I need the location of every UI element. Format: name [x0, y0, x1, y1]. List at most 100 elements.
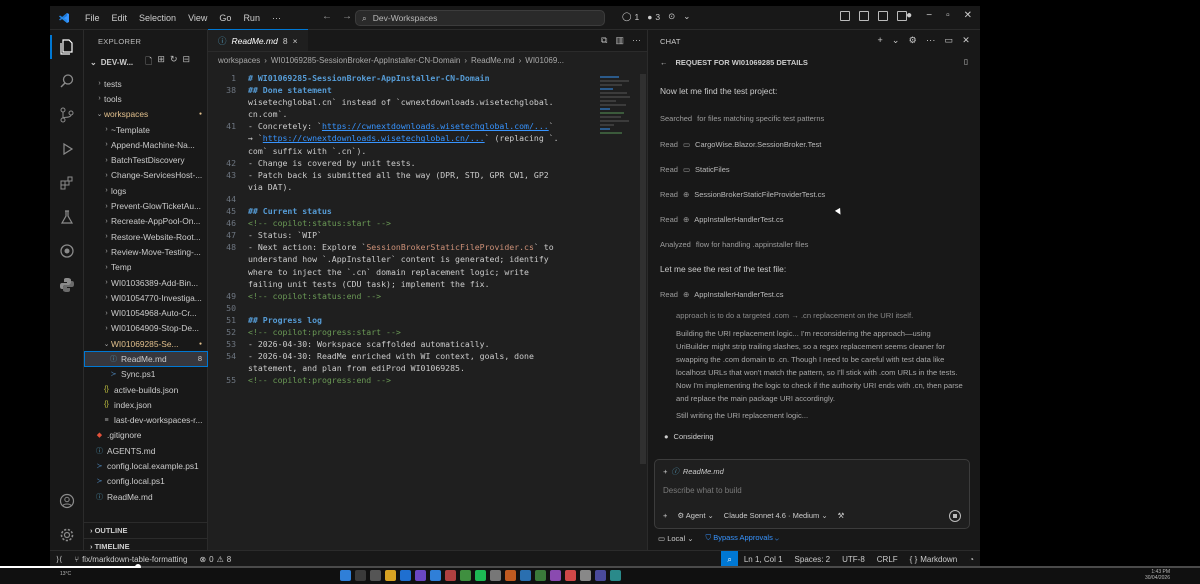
- refresh-icon[interactable]: ↻: [170, 54, 178, 70]
- indentation[interactable]: Spaces: 2: [789, 555, 837, 564]
- tree-file[interactable]: ≻ config.local.example.ps1: [84, 458, 208, 473]
- edge-icon[interactable]: [400, 570, 411, 581]
- task-view-icon[interactable]: [370, 570, 381, 581]
- command-center[interactable]: ⌕ Dev-Workspaces: [355, 10, 605, 26]
- clock[interactable]: 1:43 PM 30/04/2026: [1145, 569, 1170, 581]
- tree-folder[interactable]: › tools: [84, 91, 208, 106]
- back-arrow-icon[interactable]: ←: [660, 58, 668, 67]
- context-attachment[interactable]: + ⓘ ReadMe.md: [663, 466, 724, 477]
- tree-folder[interactable]: › tests: [84, 76, 208, 91]
- tool-step-read[interactable]: Read ⊕ AppInstallerHandlerTest.cs: [660, 290, 783, 299]
- menu-item[interactable]: Edit: [106, 13, 134, 23]
- outlook-icon[interactable]: [520, 570, 531, 581]
- tree-file[interactable]: ≻ config.local.ps1: [84, 474, 208, 489]
- app-icon[interactable]: [595, 570, 606, 581]
- indicator-2[interactable]: ● 3: [647, 12, 660, 22]
- toggle-secondary-sidebar-icon[interactable]: [878, 11, 888, 21]
- tree-folder[interactable]: › ~Template: [84, 122, 208, 137]
- code-link[interactable]: https://cwnextdownloads.wisetechglobal.c…: [322, 120, 549, 132]
- chevron-down-icon[interactable]: ⌄: [683, 11, 690, 22]
- app-icon[interactable]: [535, 570, 546, 581]
- app-icon[interactable]: [505, 570, 516, 581]
- tree-folder[interactable]: › Review-Move-Testing-...: [84, 244, 208, 259]
- maximize-icon[interactable]: ▫: [946, 10, 950, 21]
- tree-file[interactable]: {} active-builds.json: [84, 382, 208, 397]
- new-chat-icon[interactable]: +: [877, 35, 882, 46]
- new-file-icon[interactable]: 🗋: [145, 54, 152, 70]
- vscode-taskbar-icon[interactable]: [430, 570, 441, 581]
- tree-folder[interactable]: › WI01054770-Investiga...: [84, 290, 208, 305]
- run-debug-icon[interactable]: [58, 140, 76, 158]
- forward-arrow-icon[interactable]: →: [342, 11, 352, 22]
- search-icon[interactable]: [58, 72, 76, 90]
- tree-folder[interactable]: › WI01054968-Auto-Cr...: [84, 305, 208, 320]
- more-actions-icon[interactable]: ···: [926, 35, 936, 46]
- tree-file[interactable]: ⓘ ReadMe.md: [84, 489, 208, 504]
- source-control-icon[interactable]: [58, 106, 76, 124]
- code-editor[interactable]: 1 # WI01069285-SessionBroker-AppInstaller…: [208, 72, 598, 386]
- chat-input-box[interactable]: + ⓘ ReadMe.md Describe what to build + ⚙…: [654, 459, 970, 529]
- back-arrow-icon[interactable]: ←: [322, 11, 332, 22]
- close-icon[interactable]: ✕: [964, 10, 972, 21]
- tool-step-read[interactable]: Read ⊕ AppInstallerHandlerTest.cs: [660, 215, 783, 224]
- tree-folder[interactable]: › logs: [84, 183, 208, 198]
- remote-indicator[interactable]: ⟩⟨: [50, 555, 68, 564]
- agent-mode-dropdown[interactable]: ⚙ Agent ⌄: [677, 511, 713, 520]
- tree-file[interactable]: ◆ .gitignore: [84, 428, 208, 443]
- app-icon[interactable]: [460, 570, 471, 581]
- settings-dot-icon[interactable]: ●: [906, 10, 912, 21]
- copilot-icon[interactable]: ⊙: [668, 11, 675, 22]
- tree-file[interactable]: ≡ last-dev-workspaces-r...: [84, 413, 208, 428]
- send-button[interactable]: [949, 510, 961, 522]
- toggle-sidebar-icon[interactable]: [840, 11, 850, 21]
- open-preview-icon[interactable]: ⧉: [601, 35, 607, 46]
- app-icon[interactable]: [565, 570, 576, 581]
- explorer-icon[interactable]: [50, 35, 76, 59]
- minimize-icon[interactable]: −: [926, 10, 932, 21]
- gear-icon[interactable]: [58, 526, 76, 544]
- breadcrumb-item[interactable]: ReadMe.md: [471, 56, 515, 65]
- chevron-down-icon[interactable]: ⌄: [892, 35, 900, 46]
- new-folder-icon[interactable]: ⊞: [157, 54, 165, 70]
- menu-item[interactable]: ···: [266, 13, 287, 23]
- menu-item[interactable]: View: [182, 13, 213, 23]
- testing-icon[interactable]: [58, 208, 76, 226]
- minimap[interactable]: [600, 74, 632, 164]
- tools-icon[interactable]: ⚒: [838, 511, 845, 520]
- gear-icon[interactable]: ⚙: [909, 35, 917, 46]
- sessions-panel-icon[interactable]: ▯: [964, 57, 968, 66]
- file-explorer-icon[interactable]: [385, 570, 396, 581]
- chat-input-placeholder[interactable]: Describe what to build: [663, 486, 742, 495]
- tree-folder[interactable]: ⌄ workspaces ●: [84, 107, 208, 122]
- tree-folder[interactable]: › Change-ServicesHost-...: [84, 168, 208, 183]
- account-icon[interactable]: [58, 492, 76, 510]
- menu-item[interactable]: Go: [213, 13, 237, 23]
- menu-item[interactable]: File: [79, 13, 106, 23]
- tree-folder[interactable]: › BatchTestDiscovery: [84, 152, 208, 167]
- problems-indicator[interactable]: ⊗ 0 ⚠ 8: [193, 555, 237, 564]
- app-icon[interactable]: [580, 570, 591, 581]
- extensions-icon[interactable]: [58, 174, 76, 192]
- tool-step-read[interactable]: Read ▭ StaticFiles: [660, 165, 730, 174]
- cursor-position[interactable]: Ln 1, Col 1: [738, 555, 789, 564]
- app-icon[interactable]: [550, 570, 561, 581]
- tree-folder[interactable]: ⌄ WI01069285-Se... ●: [84, 336, 208, 351]
- tree-folder[interactable]: › Prevent-GlowTicketAu...: [84, 198, 208, 213]
- collapse-all-icon[interactable]: ⊟: [183, 54, 191, 70]
- model-picker[interactable]: Claude Sonnet 4.6 · Medium ⌄: [724, 511, 828, 520]
- tool-step-read[interactable]: Read ▭ CargoWise.Blazor.SessionBroker.Test: [660, 140, 821, 149]
- toggle-panel-icon[interactable]: [859, 11, 869, 21]
- outline-section[interactable]: › OUTLINE: [84, 522, 208, 538]
- editor-scrollbar[interactable]: [640, 74, 646, 464]
- tool-step-searched[interactable]: Searched for files matching specific test…: [660, 114, 824, 123]
- close-icon[interactable]: ✕: [962, 35, 970, 46]
- workspace-root[interactable]: ⌄ DEV-W... 🗋 ⊞ ↻ ⊟: [84, 52, 207, 72]
- encoding[interactable]: UTF-8: [836, 555, 871, 564]
- app-icon[interactable]: [490, 570, 501, 581]
- end-of-line[interactable]: CRLF: [871, 555, 904, 564]
- tree-folder[interactable]: › Temp: [84, 260, 208, 275]
- more-actions-icon[interactable]: ···: [632, 35, 641, 46]
- add-icon[interactable]: +: [663, 511, 667, 520]
- split-editor-icon[interactable]: ▥: [615, 35, 624, 46]
- github-icon[interactable]: [58, 242, 76, 260]
